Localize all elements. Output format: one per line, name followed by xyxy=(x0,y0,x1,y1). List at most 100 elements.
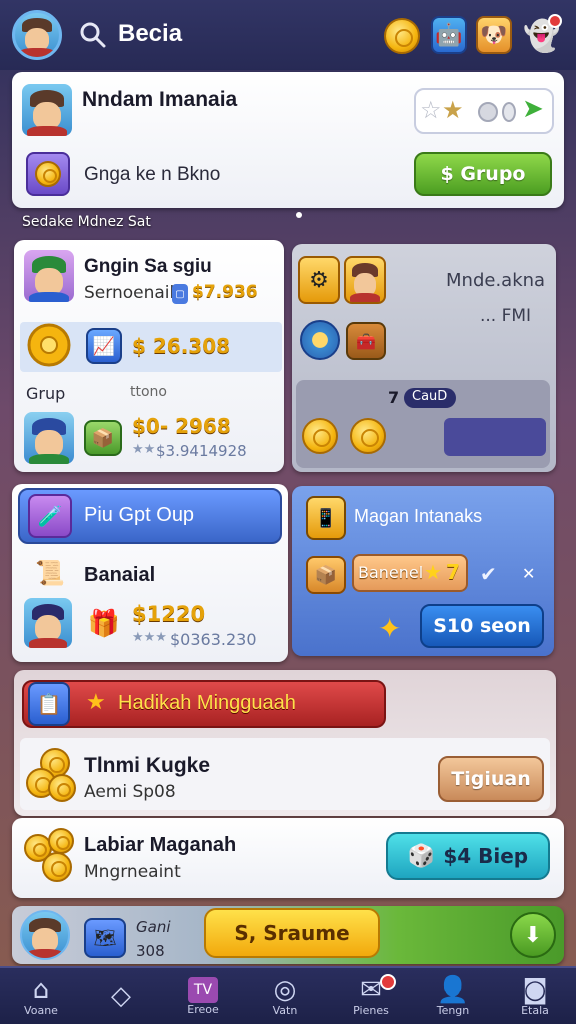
bottom-value: 308 xyxy=(136,942,165,960)
chest-icon: 🧰 xyxy=(346,322,386,360)
notification-badge xyxy=(548,14,562,28)
star-icon: ★ xyxy=(424,560,442,584)
group-sub: ttono xyxy=(130,384,167,400)
profile-icon: 👤 xyxy=(436,974,470,1005)
crate-icon: 📦 xyxy=(84,420,122,456)
task-icon: 📋 xyxy=(28,682,70,726)
cube-icon: 🎲 xyxy=(407,843,436,869)
promo-banner-label: Piu Gpt Oup xyxy=(84,504,195,526)
price-tag: $7.936 xyxy=(192,282,258,302)
promo-badge-label: Banenel xyxy=(358,563,424,582)
bottom-label: Gani xyxy=(136,918,171,936)
bonus-button-label: $4 Biep xyxy=(443,844,529,868)
bonus-button[interactable]: 🎲 $4 Biep xyxy=(386,832,550,880)
download-icon[interactable]: ⬇ xyxy=(510,912,556,958)
nav-mail[interactable]: ✉ Pienes xyxy=(330,968,412,1024)
search-icon[interactable] xyxy=(80,22,106,48)
pet-icon[interactable]: 🐶 xyxy=(476,16,512,54)
header-title: Becia xyxy=(118,20,183,47)
reward-title: Tlnmi Kugke xyxy=(84,754,211,777)
globe-icon xyxy=(300,320,340,360)
arrow-right-icon[interactable]: ➤ xyxy=(522,94,544,124)
card1-subtitle: Gnga ke n Bkno xyxy=(84,164,221,185)
reward-subtitle: Aemi Sp08 xyxy=(84,782,176,802)
nav-bag[interactable]: ◙ Etala xyxy=(494,968,576,1024)
left-panel-subtitle: Sernoenail xyxy=(84,283,175,303)
section-label: Sedake Mdnez Sat xyxy=(22,214,151,230)
nav-label: Etala xyxy=(521,1003,549,1017)
nav-globe[interactable]: ◎ Vatn xyxy=(244,968,326,1024)
star-icon: ★ xyxy=(86,690,106,715)
player-name: Nndam Imanaia xyxy=(82,88,238,111)
nav-diamond[interactable]: ◇ xyxy=(80,968,162,1024)
gear-icon xyxy=(24,320,74,370)
player-avatar[interactable] xyxy=(20,910,70,960)
map-icon: 🗺 xyxy=(84,918,126,958)
bonus-subtitle: Mngrneaint xyxy=(84,862,181,882)
close-icon[interactable]: ✕ xyxy=(522,564,535,583)
group-amount: $0- 2968 xyxy=(132,414,231,438)
group-rating: $3.9414928 xyxy=(156,442,247,460)
mail-badge xyxy=(380,974,396,990)
shield-icon: ▢ xyxy=(172,284,188,304)
sparkle-icon: ✦ xyxy=(378,612,402,645)
right-panel-sub: ... FMI xyxy=(480,306,532,326)
bag-icon: ◙ xyxy=(522,974,548,1005)
promo-item-title: Banaial xyxy=(84,564,156,586)
globe-icon: ◎ xyxy=(273,974,297,1005)
promo-right-title: Magan Intanaks xyxy=(354,506,483,526)
dot-icon xyxy=(478,102,498,122)
promo-amount: $1220 xyxy=(132,602,206,626)
tray-badge-label: CauD xyxy=(412,389,448,404)
gear-icon: ⚙ xyxy=(298,256,340,304)
nav-home[interactable]: ⌂ Voane xyxy=(0,968,82,1024)
player-avatar[interactable] xyxy=(344,256,386,304)
nav-label: Voane xyxy=(24,1003,58,1017)
coins-stack-icon xyxy=(22,828,78,886)
robot-icon[interactable]: 🤖 xyxy=(431,16,467,54)
diamond-icon: ◇ xyxy=(111,981,131,1011)
slot-box[interactable] xyxy=(444,418,546,456)
profile-avatar[interactable] xyxy=(12,10,62,60)
player-avatar[interactable] xyxy=(24,250,74,302)
player-avatar[interactable] xyxy=(22,84,72,136)
season-button[interactable]: S10 seon xyxy=(420,604,544,648)
star-icon: ★ xyxy=(442,96,464,124)
tv-icon: TV xyxy=(188,976,218,1003)
promo-rating: $0363.230 xyxy=(170,630,257,649)
home-icon: ⌂ xyxy=(32,974,50,1005)
nav-tv[interactable]: TV Ereoe xyxy=(162,968,244,1024)
potion-icon: 🧪 xyxy=(28,494,72,538)
star-icon: ★★ xyxy=(132,442,156,457)
nav-label: Pienes xyxy=(353,1003,389,1017)
bonus-title: Labiar Maganah xyxy=(84,834,237,856)
row-amount: $ 26.308 xyxy=(132,334,231,358)
player-avatar[interactable] xyxy=(24,412,74,464)
star-icon: ★★★ xyxy=(132,630,167,645)
crate-icon: 📦 xyxy=(306,556,346,594)
star-icon: ☆ xyxy=(420,96,442,124)
nav-label: Tengn xyxy=(436,1003,470,1017)
coin-icon[interactable] xyxy=(384,18,420,54)
dot-icon xyxy=(502,102,516,122)
nav-label: Ereoe xyxy=(187,1002,219,1016)
reward-button[interactable]: Tigiuan xyxy=(438,756,544,802)
resume-button[interactable]: S, Sraume xyxy=(204,908,380,958)
reward-banner-label: Hadikah Mingguaah xyxy=(118,692,296,714)
tablet-icon: 📱 xyxy=(306,496,346,540)
group-button[interactable]: $ Grupo xyxy=(414,152,552,196)
player-avatar[interactable] xyxy=(24,598,72,648)
nav-label: Vatn xyxy=(272,1003,298,1017)
right-panel-title: Mnde.akna xyxy=(446,270,546,291)
coin-badge-icon xyxy=(26,152,70,196)
check-icon: ✔ xyxy=(480,562,497,586)
chart-icon: 📈 xyxy=(86,328,122,364)
tray-count: 7 xyxy=(388,388,400,407)
mail-icon: ✉ xyxy=(360,974,382,1005)
scroll-icon: 📜 xyxy=(35,559,65,587)
left-panel-title: Gngin Sa sgiu xyxy=(84,256,212,277)
promo-badge-number: 7 xyxy=(446,560,460,584)
coins-stack-icon xyxy=(26,748,80,806)
nav-profile[interactable]: 👤 Tengn xyxy=(412,968,494,1024)
group-label: Grup xyxy=(26,384,66,403)
